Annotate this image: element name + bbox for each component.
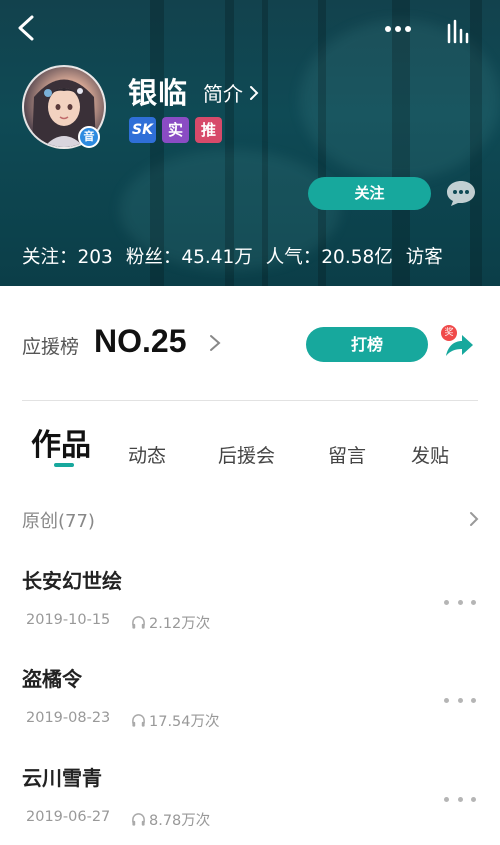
tag-verified: 实 bbox=[162, 117, 189, 143]
work-plays-text: 8.78万次 bbox=[149, 813, 211, 829]
tag-sk: ЅΚ bbox=[129, 117, 156, 143]
profile-stats: 关注：203 粉丝：45.41万 人气：20.58亿 访客 bbox=[22, 243, 443, 269]
cheer-button[interactable]: 打榜 bbox=[306, 327, 428, 362]
chevron-right-icon[interactable] bbox=[208, 333, 222, 353]
work-title[interactable]: 盗橘令 bbox=[22, 663, 82, 692]
tab-comments[interactable]: 留言 bbox=[328, 441, 366, 468]
visitors-link[interactable]: 访客 bbox=[406, 243, 443, 269]
work-plays-text: 2.12万次 bbox=[149, 616, 211, 632]
back-button[interactable] bbox=[8, 10, 44, 46]
work-plays: 2.12万次 bbox=[131, 612, 210, 633]
work-plays: 8.78万次 bbox=[131, 809, 210, 830]
more-dots-button[interactable] bbox=[444, 595, 476, 609]
tag-recommended: 推 bbox=[195, 117, 222, 143]
more-button[interactable] bbox=[380, 14, 416, 44]
more-dots-button[interactable] bbox=[444, 693, 476, 707]
reward-badge: 奖 bbox=[441, 325, 457, 341]
fans-count[interactable]: 粉丝：45.41万 bbox=[126, 243, 253, 269]
intro-link[interactable]: 简介 bbox=[203, 78, 259, 107]
more-dots-button[interactable] bbox=[444, 792, 476, 806]
rank-label: 应援榜 bbox=[22, 336, 80, 358]
popularity-count: 人气：20.58亿 bbox=[265, 247, 393, 268]
work-date: 2019-08-23 bbox=[26, 710, 111, 726]
section-divider bbox=[22, 400, 478, 401]
chevron-right-icon[interactable] bbox=[468, 510, 480, 528]
tab-posts[interactable]: 发贴 bbox=[411, 441, 449, 468]
tab-works[interactable]: 作品 bbox=[31, 420, 91, 464]
message-bubble-icon bbox=[447, 181, 475, 206]
stats-button[interactable] bbox=[440, 14, 476, 48]
work-plays-text: 17.54万次 bbox=[149, 714, 220, 730]
headphones-icon bbox=[132, 714, 145, 727]
tab-active-indicator bbox=[54, 463, 74, 467]
intro-label: 简介 bbox=[203, 82, 243, 106]
follow-button[interactable]: 关注 bbox=[308, 177, 431, 210]
chevron-right-icon bbox=[250, 85, 259, 100]
headphones-icon bbox=[132, 616, 145, 629]
more-dots-icon bbox=[385, 26, 411, 32]
chart-bars-icon bbox=[447, 19, 469, 44]
work-date: 2019-10-15 bbox=[26, 612, 111, 628]
message-button[interactable] bbox=[445, 178, 477, 208]
headphones-icon bbox=[132, 813, 145, 826]
section-title[interactable]: 原创(77) bbox=[22, 507, 95, 533]
tab-activity[interactable]: 动态 bbox=[128, 441, 166, 468]
username: 银临 bbox=[128, 76, 189, 110]
avatar-verified-badge: 音 bbox=[78, 126, 100, 148]
work-title[interactable]: 长安幻世绘 bbox=[22, 565, 122, 594]
profile-header: 音 银临 简介 ЅΚ 实 推 关注 关注：203 粉丝：45.41万 人气：20… bbox=[0, 0, 500, 286]
back-arrow-icon bbox=[18, 15, 34, 41]
rank-value[interactable]: NO.25 bbox=[94, 323, 186, 360]
work-title[interactable]: 云川雪青 bbox=[22, 762, 102, 791]
work-date: 2019-06-27 bbox=[26, 809, 111, 825]
work-plays: 17.54万次 bbox=[131, 710, 220, 731]
following-count[interactable]: 关注：203 bbox=[22, 243, 113, 269]
tab-fanclub[interactable]: 后援会 bbox=[218, 441, 275, 468]
